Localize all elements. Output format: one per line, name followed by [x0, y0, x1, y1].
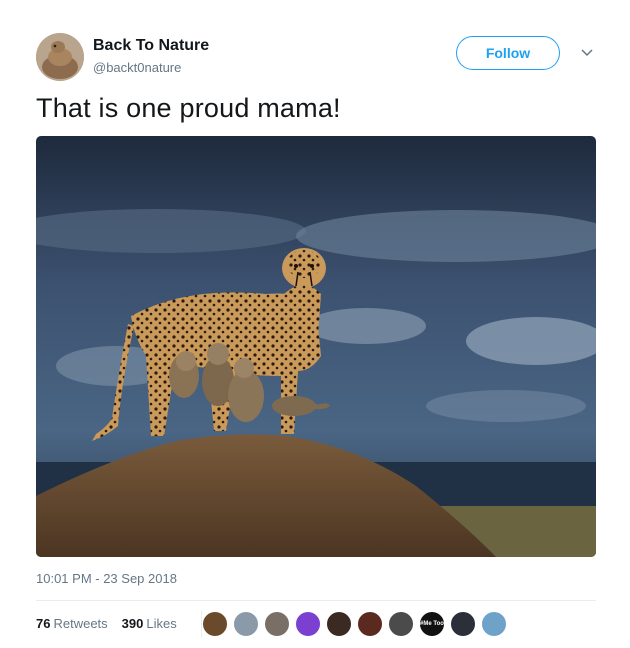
follow-button[interactable]: Follow [456, 36, 560, 70]
liker-avatar[interactable] [357, 611, 383, 637]
divider [36, 600, 596, 601]
liker-avatar[interactable] [388, 611, 414, 637]
liker-avatar[interactable]: #Me Too [419, 611, 445, 637]
tweet-photo[interactable] [36, 136, 596, 557]
liker-avatars: #Me Too [201, 611, 512, 637]
author-handle[interactable]: @backt0nature [93, 60, 181, 75]
retweets-count: 76 [36, 616, 51, 631]
retweets-label: Retweets [53, 616, 108, 631]
liker-avatar[interactable] [450, 611, 476, 637]
cheetah-photo [36, 136, 596, 557]
liker-avatar[interactable] [295, 611, 321, 637]
likes-count: 390 [121, 616, 144, 631]
author-name[interactable]: Back To Nature [93, 37, 209, 55]
tweet-text: That is one proud mama! [36, 93, 341, 123]
liker-avatar[interactable] [481, 611, 507, 637]
author-avatar[interactable] [36, 33, 84, 81]
liker-avatar-text: #Me Too [420, 621, 444, 627]
liker-avatar[interactable] [233, 611, 259, 637]
liker-avatar[interactable] [326, 611, 352, 637]
tweet-stats: 76 Retweets 390 Likes [36, 616, 177, 631]
likes-label: Likes [146, 616, 177, 631]
liker-avatar[interactable] [202, 611, 228, 637]
likes-stat[interactable]: 390 Likes [122, 616, 177, 631]
tweet-card: Back To Nature @backt0nature Follow That… [0, 0, 630, 648]
tweet-timestamp[interactable]: 10:01 PM - 23 Sep 2018 [36, 571, 177, 586]
retweets-stat[interactable]: 76 Retweets [36, 616, 108, 631]
liker-avatar[interactable] [264, 611, 290, 637]
chevron-down-icon[interactable] [578, 44, 596, 62]
